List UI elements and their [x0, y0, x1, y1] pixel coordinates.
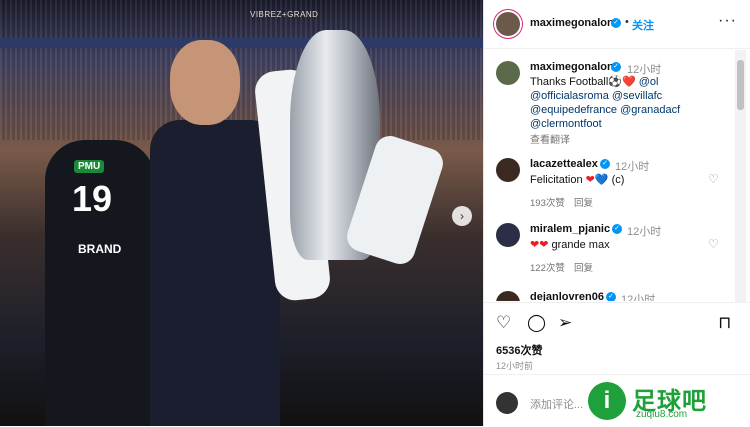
comment-emojis: ❤❤	[530, 239, 549, 251]
comment-time: 12小时	[627, 226, 662, 238]
celebrating-player	[150, 40, 280, 426]
save-bookmark-icon[interactable]: ⊓	[718, 313, 731, 333]
see-translation-link[interactable]: 查看翻译	[530, 131, 570, 146]
comment-likes[interactable]: 122次赞	[530, 260, 565, 274]
banner-text: VIBREZ+GRAND	[250, 10, 319, 19]
commenter-avatar[interactable]	[496, 223, 520, 247]
site-watermark: i 足球吧 zuqiu8.com	[588, 378, 750, 426]
share-send-icon[interactable]: ➢	[558, 313, 572, 333]
separator-dot: •	[625, 16, 629, 28]
next-photo-button[interactable]: ›	[452, 206, 472, 226]
like-count[interactable]: 6536次赞	[496, 342, 542, 358]
author-username[interactable]: maximegonalons	[530, 17, 620, 29]
comment-suffix: (c)	[611, 174, 625, 186]
comment-item: lacazettealex ✓ 12小时 Felicitation ❤💙 (c)…	[484, 158, 750, 218]
like-comment-icon[interactable]: ♡	[708, 237, 719, 251]
comment-emojis: ❤💙	[585, 174, 609, 186]
reply-button[interactable]: 回复	[574, 195, 593, 209]
author-avatar[interactable]	[496, 12, 520, 36]
verified-icon: ✓	[600, 159, 610, 169]
viewer-avatar	[496, 392, 518, 414]
follow-button[interactable]: 关注	[632, 17, 654, 33]
comment-likes[interactable]: 193次赞	[530, 195, 565, 209]
scrollbar-thumb[interactable]	[737, 60, 744, 110]
post-actions-bar: ♡ ◯ ➢ ⊓ 6536次赞 12小时前	[484, 302, 750, 375]
more-options-icon[interactable]: ···	[718, 12, 737, 30]
caption-text-start: Thanks Football	[530, 76, 609, 88]
instagram-post-view: VIBREZ+GRAND PMU 19 BRAND › maximegonalo…	[0, 0, 750, 426]
comment-body: grande max	[551, 239, 610, 251]
watermark-logo-icon: i	[588, 382, 626, 420]
verified-icon: ✓	[611, 62, 621, 72]
commenter-username[interactable]: miralem_pjanic	[530, 223, 610, 235]
caption-emojis: ⚽❤️	[608, 76, 636, 88]
comment-time: 12小时	[621, 294, 656, 301]
watermark-url: zuqiu8.com	[636, 409, 688, 420]
commenter-username[interactable]: lacazettealex	[530, 158, 598, 170]
mention-link[interactable]: @officialasroma	[530, 90, 609, 102]
reply-button[interactable]: 回复	[574, 260, 593, 274]
add-comment-input[interactable]: 添加评论...	[530, 396, 583, 412]
player-head	[170, 40, 240, 125]
comment-time: 12小时	[615, 161, 650, 173]
like-heart-icon[interactable]: ♡	[496, 313, 511, 333]
mention-link[interactable]: @clermontfoot	[530, 118, 602, 130]
comment-bubble-icon[interactable]: ◯	[527, 313, 546, 333]
post-header: maximegonalons ✓ • 关注 ···	[484, 0, 750, 49]
comment-text: Felicitation ❤💙 (c)	[530, 173, 624, 186]
commenter-username[interactable]: dejanlovren06	[530, 291, 604, 301]
verified-icon: ✓	[612, 224, 622, 234]
mention-link[interactable]: @sevillafc	[612, 90, 662, 102]
caption-text: Thanks Football⚽❤️ @ol @officialasroma @…	[530, 75, 730, 131]
jersey-sponsor: PMU	[74, 160, 105, 173]
post-photo[interactable]: VIBREZ+GRAND PMU 19 BRAND ›	[0, 0, 483, 426]
verified-icon: ✓	[611, 18, 621, 28]
comment-item: miralem_pjanic ✓ 12小时 ❤❤ grande max 122次…	[484, 223, 750, 283]
comment-body: Felicitation	[530, 174, 583, 186]
comment-text: ❤❤ grande max	[530, 238, 610, 251]
mention-link[interactable]: @ol	[639, 76, 659, 88]
jersey-name: BRAND	[78, 242, 122, 256]
mention-link[interactable]: @equipedefrance	[530, 104, 617, 116]
comments-scroll-area[interactable]: maximegonalons ✓ 12小时 Thanks Football⚽❤️…	[484, 49, 750, 301]
like-comment-icon[interactable]: ♡	[708, 172, 719, 186]
commenter-avatar[interactable]	[496, 158, 520, 182]
comment-item: dejanlovren06 ✓ 12小时	[484, 291, 750, 301]
mention-link[interactable]: @granadacf	[620, 104, 680, 116]
caption-username[interactable]: maximegonalons	[530, 61, 620, 73]
caption-avatar[interactable]	[496, 61, 520, 85]
posted-time: 12小时前	[496, 361, 534, 371]
commenter-avatar[interactable]	[496, 291, 520, 301]
jersey-number: 19	[72, 178, 113, 219]
post-side-panel: maximegonalons ✓ • 关注 ··· maximegonalons…	[483, 0, 750, 426]
player-jersey	[150, 120, 280, 426]
verified-icon: ✓	[606, 292, 616, 301]
